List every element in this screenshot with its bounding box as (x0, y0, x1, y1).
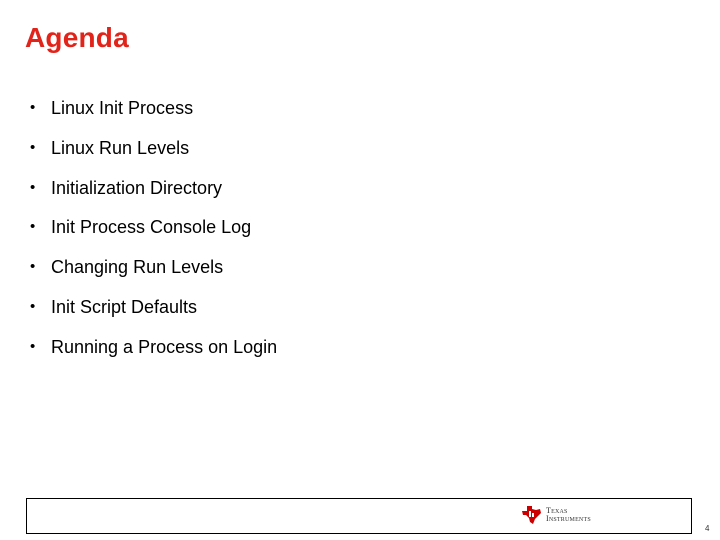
agenda-list: • Linux Init Process • Linux Run Levels • I… (30, 96, 277, 375)
logo-text-line2: Instruments (546, 514, 591, 523)
agenda-item-text: Changing Run Levels (51, 257, 224, 278)
agenda-item-text: Init Process Console Log (51, 217, 252, 238)
bullet-icon: • (30, 178, 36, 196)
logo-wordmark: Texas Instruments (546, 507, 591, 523)
page-number: 4 (705, 524, 710, 533)
texas-instruments-logo: Texas Instruments (520, 505, 591, 525)
texas-instruments-logo-icon (520, 505, 542, 525)
agenda-item-text: Running a Process on Login (51, 336, 278, 357)
bullet-icon: • (30, 337, 36, 355)
agenda-item: • Initialization Directory (30, 176, 277, 216)
bullet-icon: • (30, 258, 36, 276)
agenda-item: • Running a Process on Login (30, 335, 277, 375)
agenda-item: • Changing Run Levels (30, 255, 277, 295)
agenda-item: • Init Process Console Log (30, 215, 277, 255)
agenda-item-text: Init Script Defaults (51, 296, 198, 317)
agenda-item-text: Initialization Directory (51, 177, 223, 198)
agenda-item-text: Linux Run Levels (51, 137, 190, 158)
bullet-icon: • (30, 99, 36, 116)
agenda-item: • Linux Run Levels (30, 136, 277, 176)
bullet-icon: • (30, 138, 36, 156)
agenda-item: • Linux Init Process (30, 96, 277, 136)
agenda-item: • Init Script Defaults (30, 295, 277, 335)
bullet-icon: • (30, 218, 36, 236)
agenda-item-text: Linux Init Process (51, 98, 194, 118)
slide-title: Agenda (25, 22, 129, 53)
footer-box (26, 498, 692, 534)
bullet-icon: • (30, 297, 36, 315)
